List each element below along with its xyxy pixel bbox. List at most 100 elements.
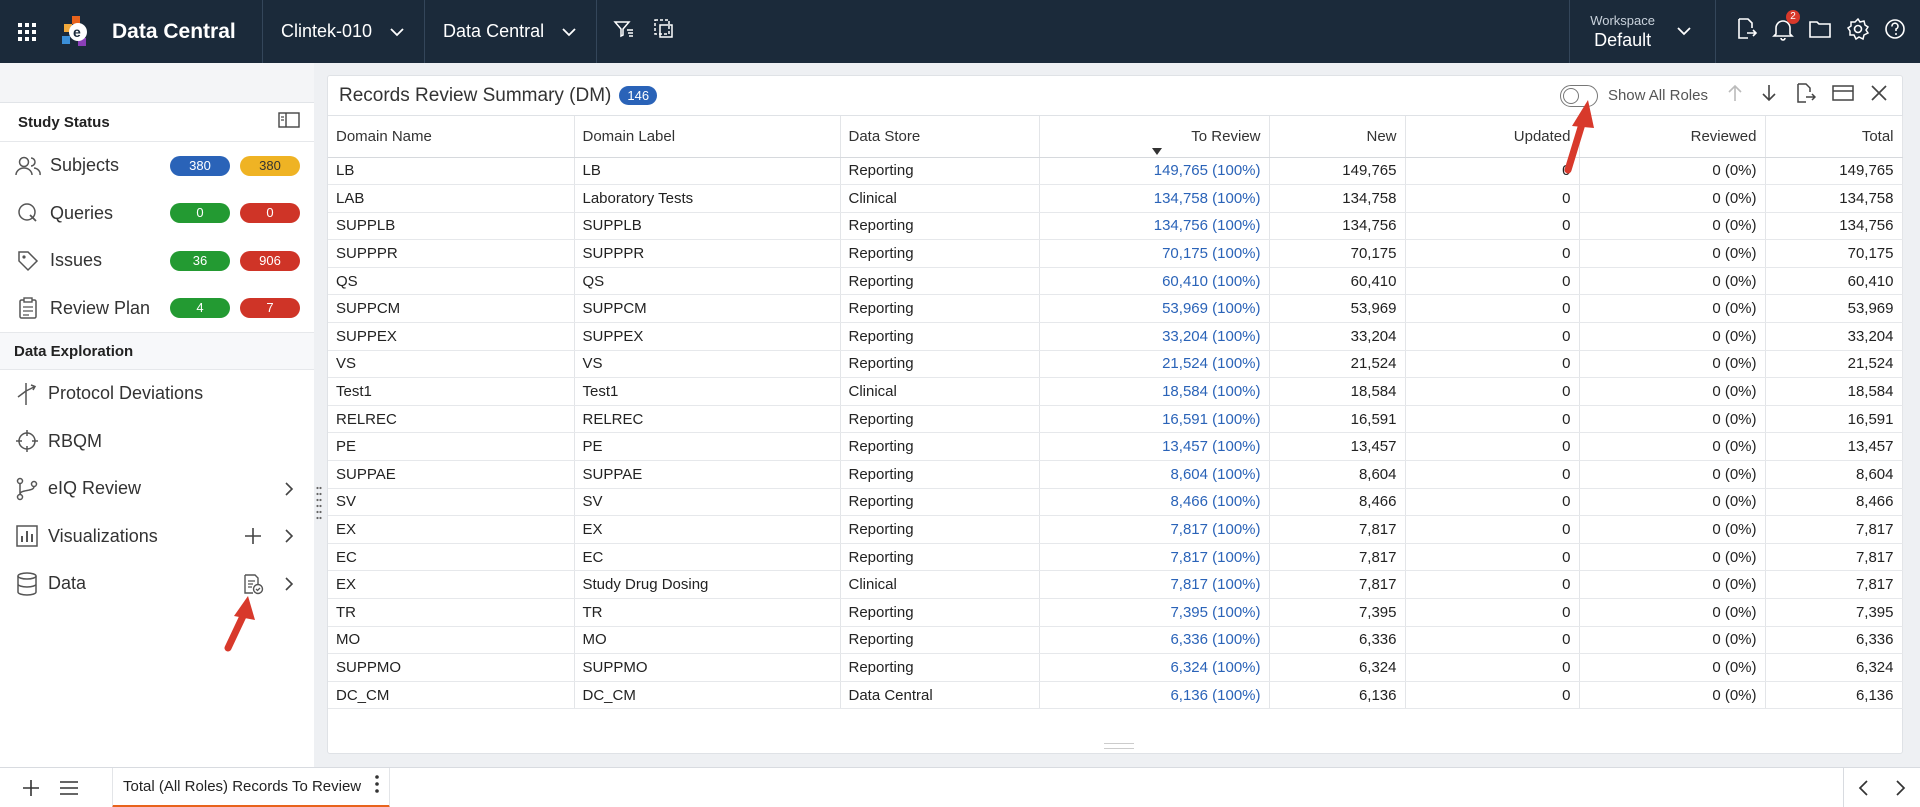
table-row[interactable]: QS QS Reporting 60,410 (100%) 60,410 0 0 (0%) 6… [328,267,1903,296]
cell-to-review[interactable]: 6,336 (100%) [1039,626,1270,655]
folder-icon[interactable] [1808,18,1832,45]
explore-item-eiq-review[interactable]: eIQ Review [0,465,314,513]
cell-to-review[interactable]: 134,756 (100%) [1039,212,1270,241]
cell-domain-label: SUPPMO [574,653,841,682]
cell-to-review[interactable]: 53,969 (100%) [1039,294,1270,324]
tab-total-records-to-review[interactable]: Total (All Roles) Records To Review [112,767,391,807]
status-item-queries[interactable]: Queries 0 0 [0,190,314,238]
chevron-left-icon[interactable] [1844,779,1882,797]
table-row[interactable]: SUPPEX SUPPEX Reporting 33,204 (100%) 33,204… [328,322,1903,351]
explore-item-rbqm[interactable]: RBQM [0,418,314,466]
add-visualization-icon[interactable] [240,527,266,545]
add-tab-icon[interactable] [12,778,50,798]
cell-to-review[interactable]: 7,817 (100%) [1039,515,1270,544]
svg-text:e: e [73,24,81,40]
table-row[interactable]: PE PE Reporting 13,457 (100%) 13,457 0 0 (0%) 1… [328,432,1903,462]
count-badge[interactable]: 380 [240,155,300,176]
filter-icon[interactable] [613,19,635,44]
module-dropdown[interactable]: Data Central [425,0,596,63]
close-icon[interactable] [1870,84,1888,107]
arrow-down-icon[interactable] [1760,83,1778,108]
chevron-right-icon[interactable] [278,576,300,592]
gear-icon[interactable] [1846,17,1870,46]
count-badge[interactable]: 0 [240,203,300,224]
table-row[interactable]: SUPPPR SUPPPR Reporting 70,175 (100%) 70,175… [328,239,1903,268]
count-badge[interactable]: 380 [170,155,230,176]
notifications-bell-icon[interactable]: 2 [1772,10,1800,46]
table-row[interactable]: TR TR Reporting 7,395 (100%) 7,395 0 0 (0%) 7,3… [328,598,1903,627]
table-row[interactable]: EX Study Drug Dosing Clinical 7,817 (100%) 7… [328,570,1903,599]
explore-item-visualizations[interactable]: Visualizations [0,513,314,561]
fork-icon [12,379,42,409]
table-row[interactable]: SUPPAE SUPPAE Reporting 8,604 (100%) 8,604 0 0… [328,460,1903,489]
cell-to-review[interactable]: 6,324 (100%) [1039,653,1270,682]
cell-to-review[interactable]: 18,584 (100%) [1039,377,1270,406]
cell-to-review[interactable]: 33,204 (100%) [1039,322,1270,351]
cell-to-review[interactable]: 16,591 (100%) [1039,405,1270,434]
cell-updated: 0 [1405,377,1580,406]
explore-item-data[interactable]: Data [0,560,314,608]
table-row[interactable]: LBLBReporting149,765 (100%)149,76500 (0%… [328,157,1903,186]
table-row[interactable]: MO MO Reporting 6,336 (100%) 6,336 0 0 (0%) 6,3… [328,626,1903,655]
cell-new: 7,817 [1269,543,1406,572]
cell-reviewed: 0 (0%) [1579,157,1766,186]
table-row[interactable]: VS VS Reporting 21,524 (100%) 21,524 0 0 (0%) 2… [328,350,1903,379]
table-row[interactable]: SUPPLB SUPPLB Reporting 134,756 (100%) 134,7… [328,212,1903,241]
study-dropdown[interactable]: Clintek-010 [263,0,424,63]
workspace-selector[interactable]: Workspace Default [1569,0,1716,63]
table-row[interactable]: EC EC Reporting 7,817 (100%) 7,817 0 0 (0%) 7,8… [328,543,1903,572]
count-badge[interactable]: 7 [240,298,300,319]
chevron-right-icon[interactable] [278,481,300,497]
panel-resize-grip[interactable] [1104,743,1134,749]
chevron-right-icon[interactable] [278,528,300,544]
column-header-to-review[interactable]: To Review [1039,116,1270,158]
column-header-domain-name[interactable]: Domain Name [328,116,575,158]
cell-to-review[interactable]: 7,817 (100%) [1039,543,1270,572]
cell-to-review[interactable]: 7,817 (100%) [1039,570,1270,599]
status-item-issues[interactable]: Issues 36 906 [0,237,314,285]
panel-toggle-icon[interactable] [278,112,300,132]
cell-to-review[interactable]: 149,765 (100%) [1039,157,1270,186]
column-header-domain-label[interactable]: Domain Label [574,116,841,158]
column-header-updated[interactable]: Updated [1405,116,1580,158]
explore-item-protocol-deviations[interactable]: Protocol Deviations [0,370,314,418]
menu-icon[interactable] [50,780,88,796]
cell-to-review[interactable]: 60,410 (100%) [1039,267,1270,296]
export-file-icon[interactable] [1734,17,1758,46]
table-row[interactable]: RELREC RELREC Reporting 16,591 (100%) 16,591… [328,405,1903,434]
column-header-total[interactable]: Total [1765,116,1903,158]
table-row[interactable]: EX EX Reporting 7,817 (100%) 7,817 0 0 (0%) 7,8… [328,515,1903,544]
cell-to-review[interactable]: 8,466 (100%) [1039,488,1270,517]
cell-to-review[interactable]: 8,604 (100%) [1039,460,1270,489]
help-icon[interactable] [1884,18,1906,45]
cell-to-review[interactable]: 134,758 (100%) [1039,184,1270,213]
panel-splitter-handle[interactable] [316,485,322,525]
select-region-icon[interactable] [653,18,675,45]
table-row[interactable]: SUPPCM SUPPCM Reporting 53,969 (100%) 53,969… [328,294,1903,324]
arrow-up-icon[interactable] [1726,83,1744,108]
column-header-new[interactable]: New [1269,116,1406,158]
export-icon[interactable] [1794,82,1817,109]
table-row[interactable]: SV SV Reporting 8,466 (100%) 8,466 0 0 (0%) 8,4… [328,488,1903,517]
cell-to-review[interactable]: 6,136 (100%) [1039,681,1270,710]
status-item-review-plan[interactable]: Review Plan 4 7 [0,285,314,333]
count-badge[interactable]: 906 [240,250,300,271]
table-row[interactable]: SUPPMO SUPPMO Reporting 6,324 (100%) 6,324 0 0… [328,653,1903,682]
count-badge[interactable]: 36 [170,250,230,271]
layout-icon[interactable] [1832,84,1854,107]
chevron-right-icon[interactable] [1882,779,1920,797]
count-badge[interactable]: 0 [170,203,230,224]
cell-to-review[interactable]: 13,457 (100%) [1039,432,1270,462]
column-header-data-store[interactable]: Data Store [840,116,1040,158]
column-header-reviewed[interactable]: Reviewed [1579,116,1766,158]
cell-to-review[interactable]: 70,175 (100%) [1039,239,1270,268]
more-options-icon[interactable] [375,775,379,797]
cell-to-review[interactable]: 21,524 (100%) [1039,350,1270,379]
table-row[interactable]: Test1 Test1 Clinical 18,584 (100%) 18,584 0 0 … [328,377,1903,406]
app-grid-icon[interactable] [0,0,54,63]
count-badge[interactable]: 4 [170,298,230,319]
cell-to-review[interactable]: 7,395 (100%) [1039,598,1270,627]
table-row[interactable]: DC_CM DC_CM Data Central 6,136 (100%) 6,136 0… [328,681,1903,710]
status-item-subjects[interactable]: Subjects 380 380 [0,142,314,190]
table-row[interactable]: LAB Laboratory Tests Clinical 134,758 (100%… [328,184,1903,213]
